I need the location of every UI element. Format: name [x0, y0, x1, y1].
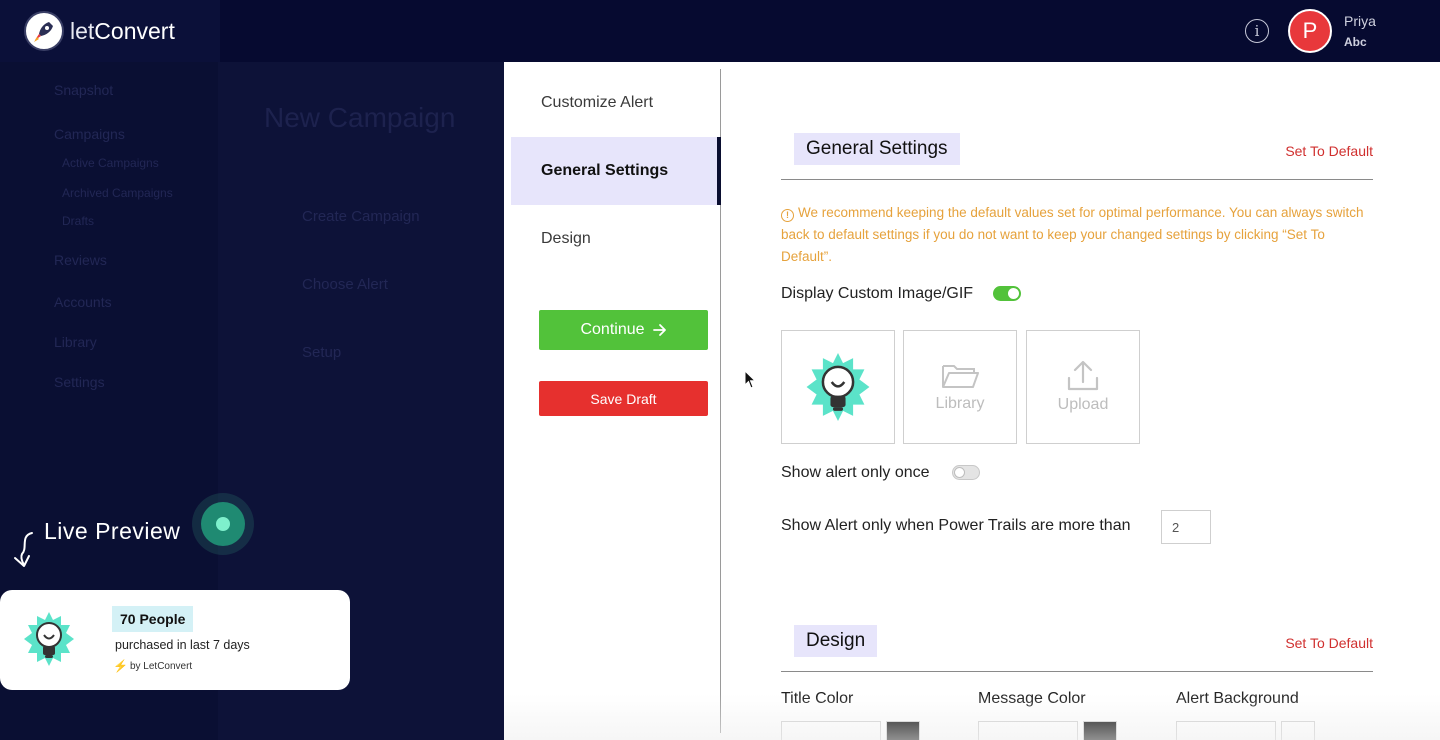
- dimmed-sidebar-item: Drafts: [62, 214, 95, 228]
- info-icon[interactable]: i: [1245, 19, 1269, 43]
- alert-background-input[interactable]: [1176, 721, 1276, 740]
- lightbulb-icon: [806, 353, 870, 421]
- step-general-settings[interactable]: General Settings: [511, 137, 721, 205]
- brand-logo[interactable]: letConvert: [0, 0, 220, 62]
- live-preview-label: Live Preview: [44, 518, 181, 544]
- settings-content: General Settings Set To Default ! We reco…: [781, 62, 1381, 740]
- general-settings-title: General Settings: [794, 133, 960, 165]
- power-trails-label: Show Alert only when Power Trails are mo…: [781, 517, 1131, 534]
- preview-message: purchased in last 7 days: [115, 638, 250, 652]
- lightning-icon: ⚡: [113, 659, 128, 673]
- dimmed-sidebar-item: Reviews: [54, 252, 107, 268]
- rocket-logo-icon: [24, 11, 64, 51]
- top-header: letConvert i P Priya Abc: [0, 0, 1440, 62]
- mouse-cursor-icon: [744, 370, 757, 389]
- preview-branding: ⚡ by LetConvert: [113, 659, 192, 673]
- lightbulb-icon: [24, 612, 74, 666]
- preview-title: 70 People: [112, 606, 194, 632]
- avatar[interactable]: P: [1288, 9, 1332, 53]
- design-set-default-link[interactable]: Set To Default: [1285, 635, 1373, 651]
- live-pulse-indicator: [192, 493, 254, 555]
- alert-preview-card: 70 People purchased in last 7 days ⚡ by …: [0, 590, 350, 690]
- brand-prefix: let: [70, 17, 95, 44]
- warning-icon: !: [781, 208, 794, 222]
- dimmed-sidebar-item: Library: [54, 334, 97, 350]
- title-color-swatch[interactable]: [886, 721, 920, 740]
- user-name[interactable]: Priya: [1344, 13, 1376, 29]
- library-label: Library: [935, 395, 985, 412]
- continue-label: Continue: [580, 321, 645, 338]
- title-color-label: Title Color: [781, 690, 854, 707]
- show-once-label: Show alert only once: [781, 464, 930, 481]
- alert-background-swatch[interactable]: [1281, 721, 1315, 740]
- show-once-toggle[interactable]: [952, 465, 980, 480]
- dimmed-sidebar-item: Settings: [54, 374, 105, 390]
- arrow-right-icon: [652, 324, 666, 336]
- warning-text: We recommend keeping the default values …: [781, 205, 1364, 264]
- dimmed-sidebar-item: Accounts: [54, 294, 112, 310]
- step-design[interactable]: Design: [511, 205, 720, 273]
- display-custom-image-label: Display Custom Image/GIF: [781, 285, 974, 302]
- design-section-title: Design: [794, 625, 878, 657]
- folder-icon: [942, 365, 979, 388]
- dimmed-sidebar-item: Snapshot: [54, 82, 114, 98]
- selected-image-tile[interactable]: [781, 330, 895, 444]
- step-nav: Customize Alert General Settings Design …: [511, 69, 721, 733]
- dimmed-step: Choose Alert: [302, 276, 388, 293]
- title-color-input[interactable]: [781, 721, 881, 740]
- curly-arrow-icon: [14, 532, 33, 567]
- preview-by-text: by LetConvert: [129, 660, 193, 672]
- message-color-swatch[interactable]: [1083, 721, 1117, 740]
- dimmed-sidebar-item: Campaigns: [54, 126, 125, 142]
- section-divider: [781, 671, 1373, 672]
- message-color-label: Message Color: [978, 690, 1086, 707]
- upload-label: Upload: [1057, 396, 1109, 413]
- message-color-input[interactable]: [978, 721, 1078, 740]
- brand-suffix: Convert: [94, 17, 175, 44]
- settings-drawer: Customize Alert General Settings Design …: [504, 62, 1440, 740]
- dimmed-step: Create Campaign: [302, 208, 420, 225]
- dimmed-sidebar-item: Archived Campaigns: [62, 186, 173, 200]
- library-tile[interactable]: Library: [903, 330, 1017, 444]
- dimmed-sidebar-item: Active Campaigns: [62, 156, 159, 170]
- alert-background-label: Alert Background: [1176, 690, 1299, 707]
- user-org: Abc: [1344, 35, 1367, 49]
- recommendation-warning: ! We recommend keeping the default values…: [781, 202, 1373, 268]
- continue-button[interactable]: Continue: [539, 310, 708, 350]
- display-custom-image-toggle[interactable]: [993, 286, 1021, 301]
- save-draft-button[interactable]: Save Draft: [539, 381, 708, 416]
- upload-tile[interactable]: Upload: [1026, 330, 1140, 444]
- dimmed-page-title: New Campaign: [264, 102, 456, 133]
- general-set-default-link[interactable]: Set To Default: [1285, 143, 1373, 159]
- step-customize-alert[interactable]: Customize Alert: [511, 69, 720, 137]
- dimmed-step: Setup: [302, 344, 342, 361]
- upload-icon: [1067, 360, 1099, 391]
- section-divider: [781, 179, 1373, 180]
- power-trails-input[interactable]: 2: [1161, 510, 1211, 544]
